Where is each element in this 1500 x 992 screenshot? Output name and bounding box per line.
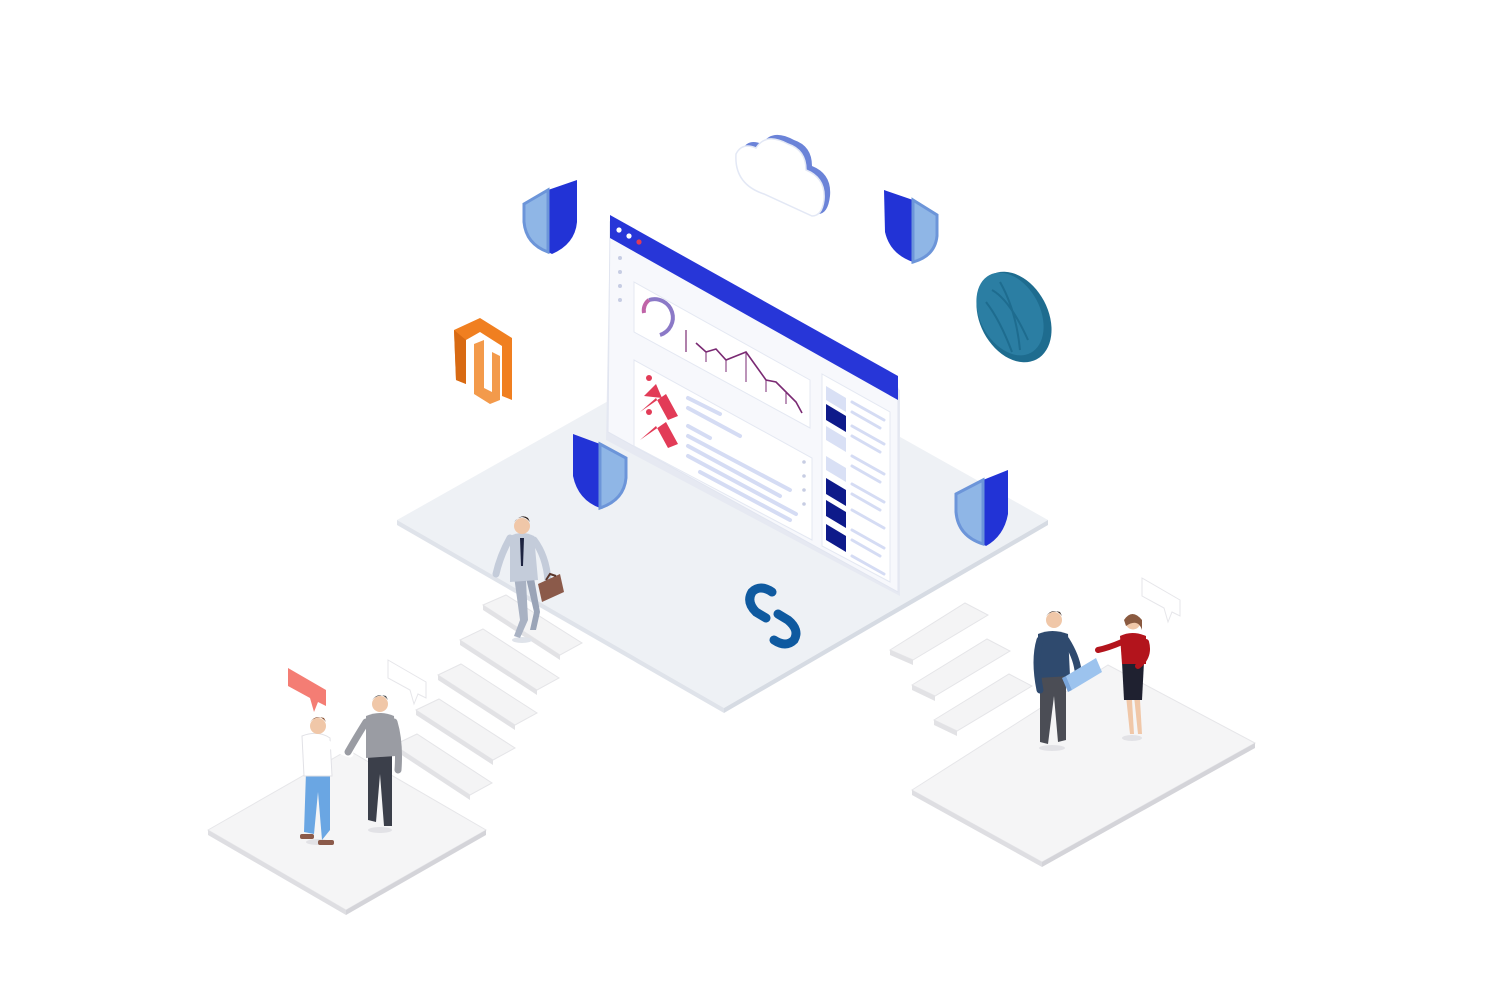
- right-tile: [911, 664, 1257, 867]
- window-dot: [636, 239, 642, 245]
- window-dot: [626, 233, 632, 239]
- speech-bubble-icon: [1141, 577, 1181, 624]
- left-steps: [392, 594, 583, 800]
- shield-icon: [884, 190, 939, 264]
- speech-bubble-icon: [387, 659, 427, 706]
- right-steps: [888, 602, 1034, 736]
- speech-bubble-icon: [288, 668, 326, 712]
- cloud-icon: [735, 134, 831, 217]
- isometric-illustration: [206, 134, 1257, 915]
- globe-icon: [976, 271, 1052, 363]
- window-dot: [616, 227, 622, 233]
- magento-logo-icon: [454, 318, 512, 404]
- shield-icon: [522, 180, 577, 255]
